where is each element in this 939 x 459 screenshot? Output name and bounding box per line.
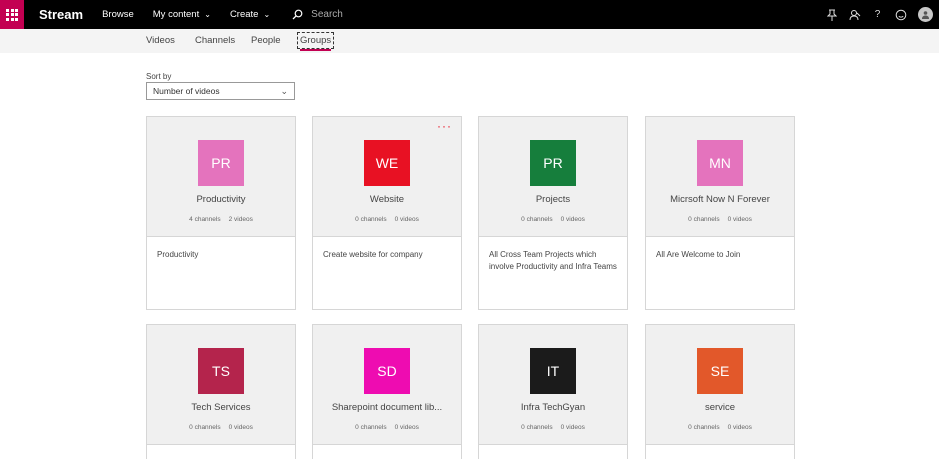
video-count: 0 videos xyxy=(727,424,752,431)
sort-label: Sort by xyxy=(146,72,172,81)
group-card-header: ··· WE Website 0 channels 0 videos xyxy=(313,117,461,237)
channel-count: 0 channels xyxy=(688,424,720,431)
search-icon xyxy=(292,9,303,20)
channel-count: 4 channels xyxy=(189,216,221,223)
group-tile: MN xyxy=(697,140,743,186)
group-card[interactable]: PR Projects 0 channels 0 videos All Cross… xyxy=(478,116,628,310)
group-stats: 0 channels 0 videos xyxy=(479,216,627,223)
group-description: Productivity xyxy=(157,250,199,259)
group-name[interactable]: Infra TechGyan xyxy=(479,402,627,413)
my-content-menu[interactable]: My content ⌄ xyxy=(153,9,211,20)
app-launcher-button[interactable] xyxy=(0,0,24,29)
group-card-header: IT Infra TechGyan 0 channels 0 videos xyxy=(479,325,627,445)
group-name[interactable]: Productivity xyxy=(147,194,295,205)
browse-menu[interactable]: Browse xyxy=(102,9,134,20)
tab-channels[interactable]: Channels xyxy=(195,35,235,46)
group-tile: PR xyxy=(530,140,576,186)
waffle-icon xyxy=(6,8,18,21)
group-name[interactable]: Projects xyxy=(479,194,627,205)
chevron-down-icon: ⌄ xyxy=(280,86,288,96)
topbar-actions: ? xyxy=(820,0,933,29)
video-count: 0 videos xyxy=(560,216,585,223)
my-content-label: My content xyxy=(152,9,200,20)
group-tile: WE xyxy=(364,140,410,186)
group-card[interactable]: SE service 0 channels 0 videos xyxy=(645,324,795,459)
search-input[interactable]: Search xyxy=(311,9,343,20)
video-count: 0 videos xyxy=(560,424,585,431)
group-description: All Are Welcome to Join xyxy=(656,250,741,259)
group-stats: 0 channels 0 videos xyxy=(646,424,794,431)
tab-people[interactable]: People xyxy=(251,35,281,46)
video-count: 0 videos xyxy=(394,216,419,223)
top-app-bar: Stream Browse My content ⌄ Create ⌄ Sear… xyxy=(0,0,939,29)
pin-icon[interactable] xyxy=(820,0,843,29)
group-stats: 0 channels 0 videos xyxy=(147,424,295,431)
video-count: 0 videos xyxy=(727,216,752,223)
browse-label: Browse xyxy=(102,9,134,20)
group-tile: SE xyxy=(697,348,743,394)
video-count: 2 videos xyxy=(228,216,253,223)
group-card-header: MN Micrsoft Now N Forever 0 channels 0 vi… xyxy=(646,117,794,237)
video-count: 0 videos xyxy=(394,424,419,431)
group-name[interactable]: Micrsoft Now N Forever xyxy=(646,194,794,205)
app-title[interactable]: Stream xyxy=(39,7,83,22)
channel-count: 0 channels xyxy=(189,424,221,431)
group-card[interactable]: IT Infra TechGyan 0 channels 0 videos xyxy=(478,324,628,459)
group-name[interactable]: Sharepoint document lib... xyxy=(313,402,461,413)
more-options-icon[interactable]: ··· xyxy=(437,119,452,133)
channel-count: 0 channels xyxy=(355,424,387,431)
chevron-down-icon: ⌄ xyxy=(263,10,271,19)
group-tile: PR xyxy=(198,140,244,186)
chevron-down-icon: ⌄ xyxy=(204,10,211,19)
group-stats: 4 channels 2 videos xyxy=(147,216,295,223)
group-card-header: SD Sharepoint document lib... 0 channels… xyxy=(313,325,461,445)
group-card[interactable]: TS Tech Services 0 channels 0 videos xyxy=(146,324,296,459)
group-description: Create website for company xyxy=(323,250,423,259)
channel-count: 0 channels xyxy=(521,424,553,431)
smiley-icon[interactable] xyxy=(889,0,912,29)
sort-dropdown[interactable]: Number of videos ⌄ xyxy=(146,82,295,100)
sub-navigation: Videos Channels People Groups xyxy=(0,29,939,53)
create-menu[interactable]: Create ⌄ xyxy=(230,9,270,20)
group-stats: 0 channels 0 videos xyxy=(313,424,461,431)
video-count: 0 videos xyxy=(228,424,253,431)
group-tile: TS xyxy=(198,348,244,394)
group-tile: IT xyxy=(530,348,576,394)
group-card[interactable]: SD Sharepoint document lib... 0 channels… xyxy=(312,324,462,459)
group-stats: 0 channels 0 videos xyxy=(646,216,794,223)
group-stats: 0 channels 0 videos xyxy=(479,424,627,431)
group-name[interactable]: Tech Services xyxy=(147,402,295,413)
channel-count: 0 channels xyxy=(355,216,387,223)
group-card[interactable]: ··· WE Website 0 channels 0 videos Create… xyxy=(312,116,462,310)
group-tile: SD xyxy=(364,348,410,394)
group-card-header: TS Tech Services 0 channels 0 videos xyxy=(147,325,295,445)
avatar-icon[interactable] xyxy=(918,7,933,22)
search-box[interactable]: Search xyxy=(292,9,343,20)
group-card[interactable]: PR Productivity 4 channels 2 videos Produ… xyxy=(146,116,296,310)
create-label: Create xyxy=(229,9,259,20)
group-description: All Cross Team Projects which involve Pr… xyxy=(489,250,617,271)
people-icon[interactable] xyxy=(843,0,866,29)
group-card-header: PR Projects 0 channels 0 videos xyxy=(479,117,627,237)
group-card[interactable]: MN Micrsoft Now N Forever 0 channels 0 vi… xyxy=(645,116,795,310)
group-card-header: PR Productivity 4 channels 2 videos xyxy=(147,117,295,237)
group-card-header: SE service 0 channels 0 videos xyxy=(646,325,794,445)
help-icon[interactable]: ? xyxy=(866,0,889,29)
group-stats: 0 channels 0 videos xyxy=(313,216,461,223)
channel-count: 0 channels xyxy=(521,216,553,223)
group-name[interactable]: service xyxy=(646,402,794,413)
group-name[interactable]: Website xyxy=(313,194,461,205)
tab-groups[interactable]: Groups xyxy=(296,32,335,51)
sort-value: Number of videos xyxy=(153,86,220,96)
tab-videos[interactable]: Videos xyxy=(146,35,175,46)
channel-count: 0 channels xyxy=(688,216,720,223)
